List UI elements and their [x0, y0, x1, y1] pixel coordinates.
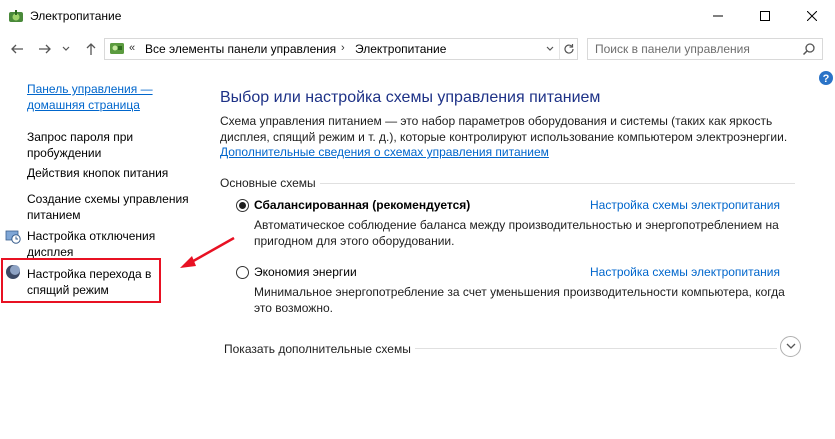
navigation-bar: « Все элементы панели управления › Элект…: [0, 32, 835, 66]
group-title: Основные схемы: [220, 176, 316, 190]
sidebar-item-password-on-wake[interactable]: Запрос пароля при пробуждении: [27, 129, 187, 161]
breadcrumb-power-options[interactable]: Электропитание: [355, 42, 446, 56]
up-button[interactable]: [82, 40, 100, 58]
refresh-icon[interactable]: [559, 39, 578, 59]
minimize-button[interactable]: [695, 0, 741, 32]
sidebar-item-power-buttons[interactable]: Действия кнопок питания: [27, 165, 197, 181]
address-dropdown-button[interactable]: [541, 39, 559, 59]
plan-power-saver-description: Минимальное энергопотребление за счет ум…: [254, 285, 785, 315]
plan-balanced-settings-link[interactable]: Настройка схемы электропитания: [590, 198, 780, 212]
svg-text:?: ?: [823, 73, 830, 85]
display-timer-icon: [5, 228, 21, 244]
show-more-divider: [415, 348, 777, 349]
back-button[interactable]: [8, 40, 26, 58]
sidebar-item-create-plan[interactable]: Создание схемы управления питанием: [27, 191, 197, 223]
breadcrumb-all-items[interactable]: Все элементы панели управления: [145, 42, 336, 56]
plan-power-saver-settings-link[interactable]: Настройка схемы электропитания: [590, 265, 780, 279]
group-divider: [320, 183, 795, 184]
plan-balanced-label[interactable]: Сбалансированная (рекомендуется): [254, 198, 470, 212]
search-input[interactable]: Поиск в панели управления: [595, 42, 750, 56]
maximize-button[interactable]: [742, 0, 788, 32]
highlight-annotation: [1, 258, 161, 303]
forward-button[interactable]: [36, 40, 54, 58]
main-content: Выбор или настройка схемы управления пит…: [220, 66, 810, 439]
power-options-icon: [8, 9, 24, 25]
help-icon[interactable]: ?: [818, 70, 834, 86]
more-info-link[interactable]: Дополнительные сведения о схемах управле…: [220, 145, 549, 159]
title-bar: Электропитание: [0, 0, 835, 32]
vertical-scrollbar[interactable]: ?: [815, 66, 835, 439]
address-overflow-chevron[interactable]: «: [129, 42, 135, 54]
window-title: Электропитание: [30, 9, 122, 23]
address-bar[interactable]: « Все элементы панели управления › Элект…: [104, 38, 578, 60]
plan-power-saver-radio[interactable]: [236, 266, 249, 279]
search-box[interactable]: Поиск в панели управления: [587, 38, 823, 60]
search-icon[interactable]: [802, 42, 818, 58]
plan-balanced-radio[interactable]: [236, 199, 249, 212]
page-description: Схема управления питанием — это набор па…: [220, 114, 788, 144]
page-title: Выбор или настройка схемы управления пит…: [220, 89, 601, 106]
sidebar-home-link[interactable]: Панель управления — домашняя страница: [27, 81, 187, 113]
show-more-plans-label[interactable]: Показать дополнительные схемы: [224, 342, 411, 356]
plan-power-saver-label[interactable]: Экономия энергии: [254, 265, 357, 279]
expand-chevron-icon[interactable]: [780, 336, 801, 357]
breadcrumb-separator[interactable]: ›: [341, 42, 345, 54]
control-panel-icon: [109, 41, 125, 57]
recent-locations-button[interactable]: [60, 40, 72, 58]
plan-balanced-description: Автоматическое соблюдение баланса между …: [254, 218, 779, 248]
close-button[interactable]: [789, 0, 835, 32]
